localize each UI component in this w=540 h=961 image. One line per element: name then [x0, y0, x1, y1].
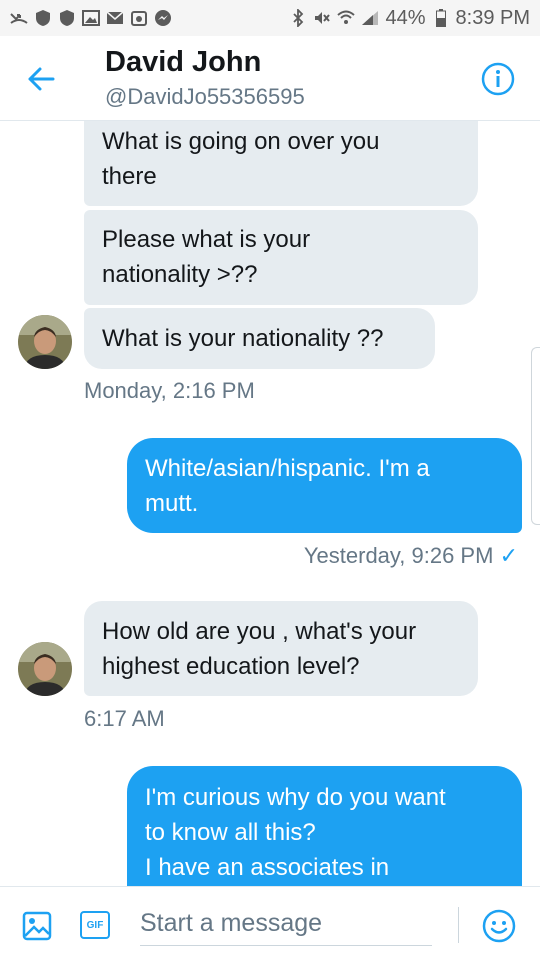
shield-icon [58, 9, 76, 27]
battery-percent: 44% [385, 6, 426, 29]
message-composer: GIF [0, 886, 540, 961]
info-icon[interactable] [481, 62, 515, 96]
message-timestamp: Monday, 2:16 PM [84, 378, 255, 403]
status-bar: 44% 8:39 PM [0, 0, 540, 36]
mail-icon [106, 9, 124, 27]
message-bubble[interactable]: How old are you , what's your highest ed… [84, 601, 478, 696]
system-status: 44% 8:39 PM [289, 7, 530, 30]
emoji-icon[interactable] [482, 909, 516, 943]
wifi-icon [337, 9, 356, 27]
message-input[interactable] [140, 901, 432, 946]
contact-name[interactable]: David John [105, 46, 261, 79]
contact-handle[interactable]: @DavidJo55356595 [105, 84, 305, 110]
message-bubble[interactable]: Please what is your nationality >?? [84, 210, 478, 305]
timestamp-text: Yesterday, 9:26 PM [303, 543, 494, 568]
message-list[interactable]: What is going on over you there Please w… [0, 121, 540, 886]
image-icon[interactable] [22, 911, 52, 941]
gif-icon: GIF [86, 919, 104, 931]
message-timestamp: Yesterday, 9:26 PM ✓ [304, 543, 518, 569]
back-arrow-icon[interactable] [26, 64, 56, 94]
conversation-header: David John @DavidJo55356595 [0, 36, 540, 121]
message-bubble[interactable]: White/asian/hispanic. I'm a mutt. [127, 438, 522, 533]
gif-button[interactable]: GIF [80, 911, 110, 939]
back-button[interactable] [26, 64, 56, 94]
composer-divider [458, 907, 459, 943]
shield-icon [34, 9, 52, 27]
avatar[interactable] [18, 642, 72, 696]
app-icon [130, 9, 148, 27]
add-media-button[interactable] [22, 911, 52, 941]
message-timestamp: 6:17 AM [84, 706, 165, 731]
clock: 8:39 PM [455, 6, 530, 29]
battery-icon [432, 9, 450, 27]
read-checkmark-icon: ✓ [499, 543, 518, 568]
emoji-button[interactable] [482, 909, 516, 943]
info-button[interactable] [481, 62, 515, 96]
image-icon [82, 9, 100, 27]
messenger-icon [154, 9, 172, 27]
scroll-indicator[interactable] [531, 347, 540, 525]
message-bubble[interactable]: I'm curious why do you want to know all … [127, 766, 522, 886]
notification-icons [10, 9, 172, 27]
mute-icon [313, 9, 331, 27]
missed-call-icon [10, 9, 28, 27]
avatar[interactable] [18, 315, 72, 369]
message-bubble[interactable]: What is your nationality ?? [84, 308, 435, 369]
signal-icon [361, 9, 379, 27]
message-bubble[interactable]: What is going on over you there [84, 121, 478, 206]
bluetooth-icon [289, 9, 307, 27]
